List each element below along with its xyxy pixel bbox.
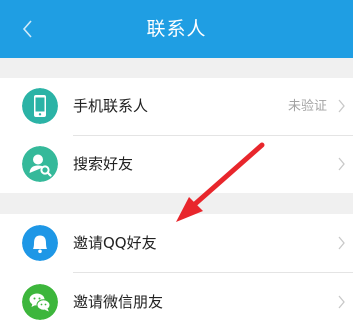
contact-sources-group: 手机联系人 未验证 搜索好友 bbox=[0, 78, 353, 193]
top-bar: 联系人 bbox=[0, 0, 353, 58]
chevron-right-icon bbox=[338, 157, 345, 171]
phone-contacts-item[interactable]: 手机联系人 未验证 bbox=[0, 78, 353, 135]
invite-wechat-friends-item[interactable]: 邀请微信朋友 bbox=[0, 274, 353, 331]
chevron-right-icon bbox=[338, 236, 345, 250]
invite-group: 邀请QQ好友 邀请微信朋友 bbox=[0, 214, 353, 332]
invite-wechat-friends-label: 邀请微信朋友 bbox=[73, 293, 164, 311]
invite-qq-friends-label: 邀请QQ好友 bbox=[73, 234, 157, 252]
divider bbox=[73, 272, 353, 273]
invite-qq-friends-item[interactable]: 邀请QQ好友 bbox=[0, 215, 353, 272]
search-friends-label: 搜索好友 bbox=[73, 155, 134, 173]
phone-icon bbox=[22, 88, 58, 124]
phone-contacts-label: 手机联系人 bbox=[73, 97, 149, 115]
qq-bell-icon bbox=[22, 225, 58, 261]
chevron-right-icon bbox=[338, 295, 345, 309]
chevron-right-icon bbox=[338, 99, 345, 113]
page-title: 联系人 bbox=[146, 18, 207, 40]
search-person-icon bbox=[22, 146, 58, 182]
search-friends-item[interactable]: 搜索好友 bbox=[0, 136, 353, 193]
wechat-icon bbox=[22, 284, 58, 320]
unverified-status: 未验证 bbox=[287, 99, 327, 114]
